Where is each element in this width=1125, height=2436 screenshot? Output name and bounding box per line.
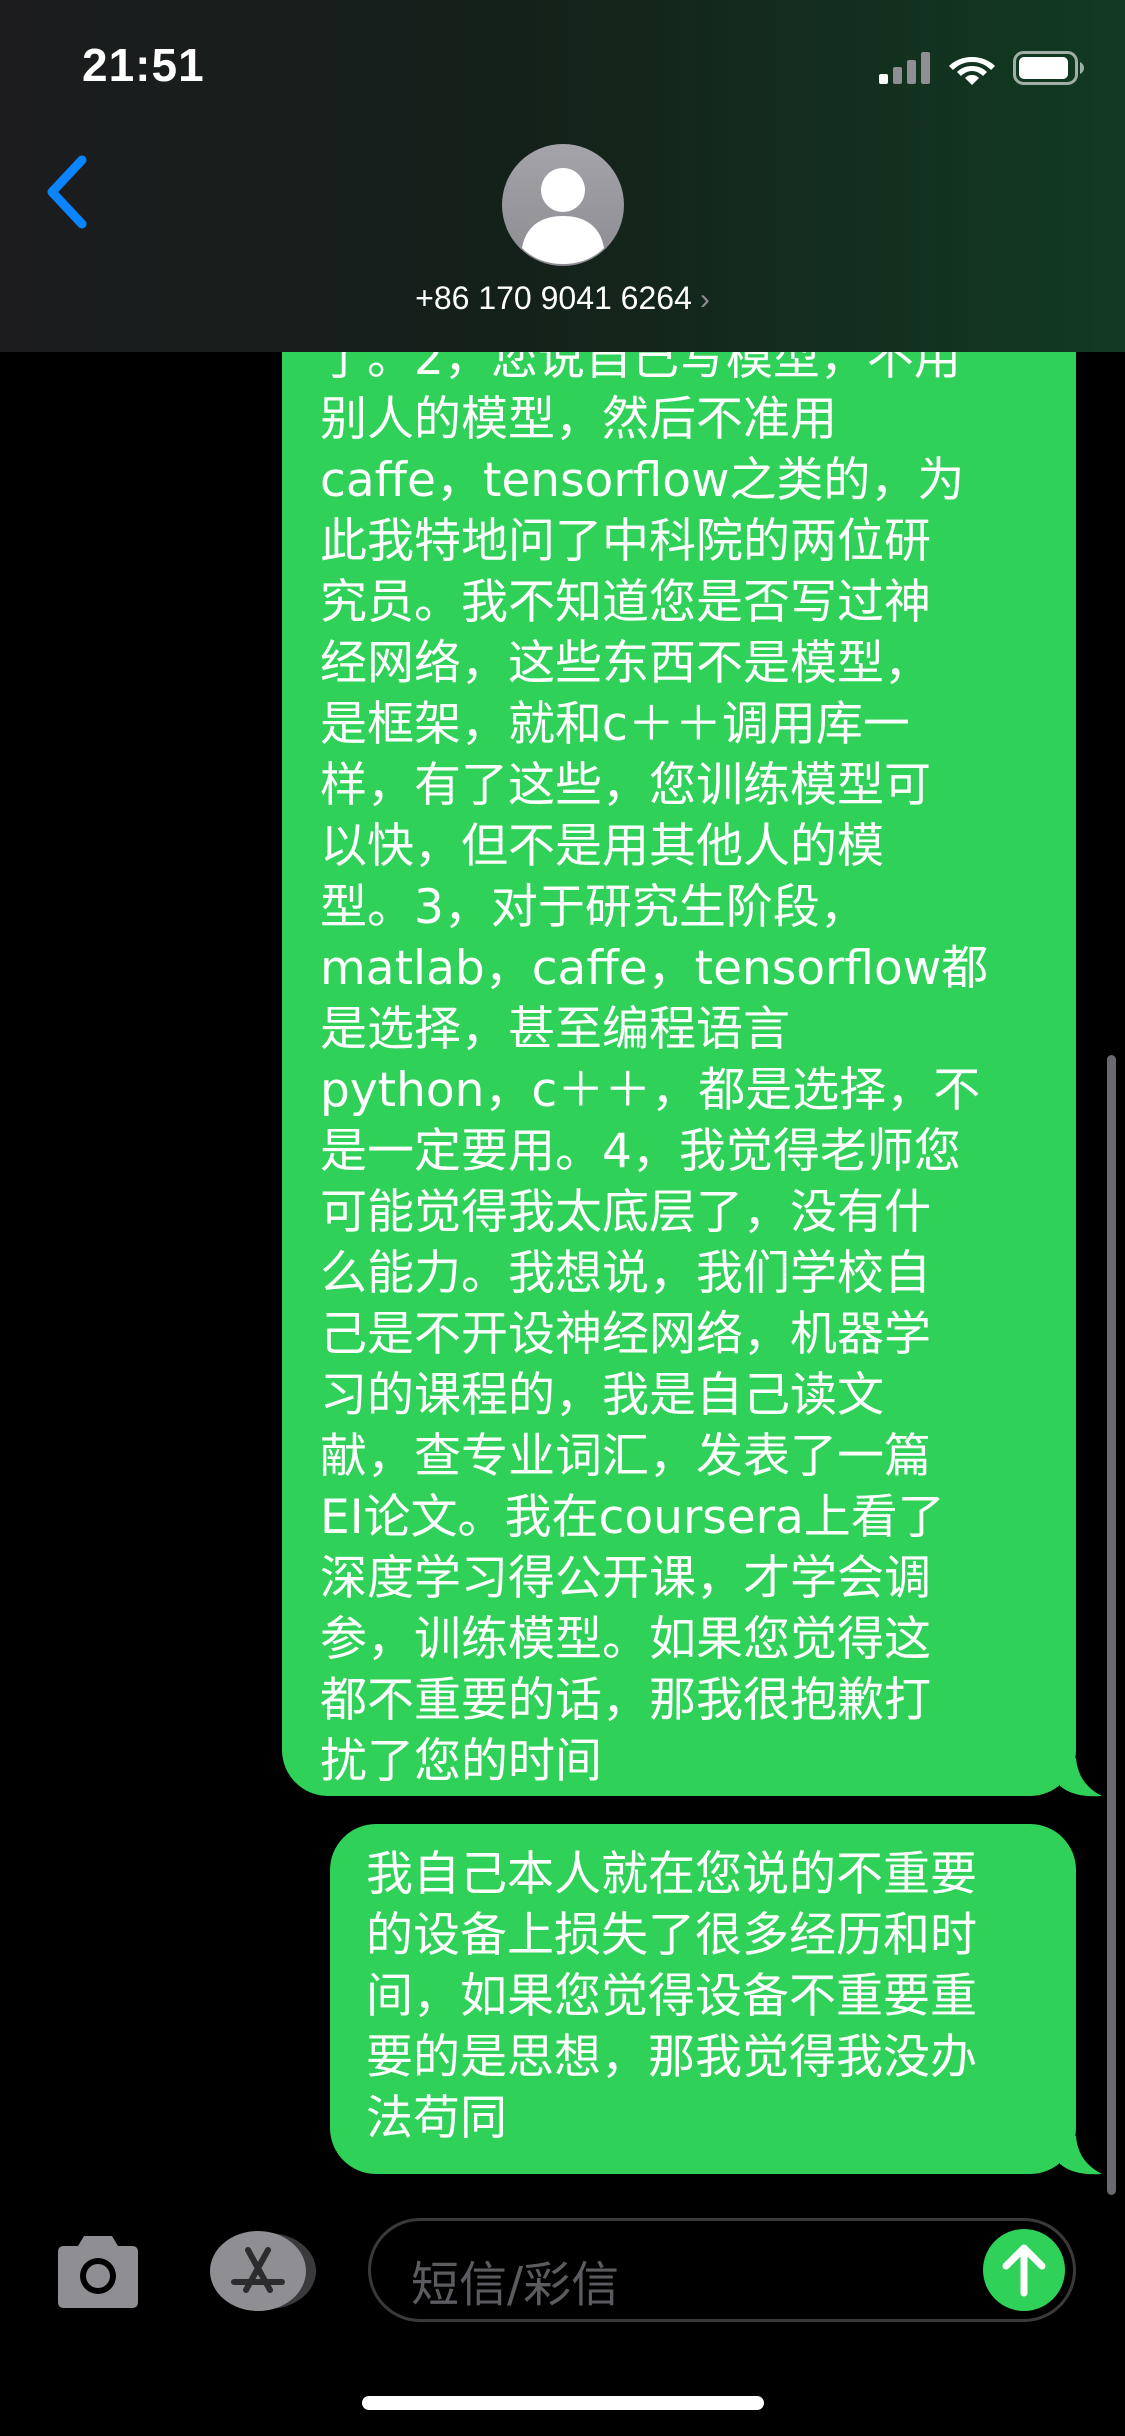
message-text-line: python，c＋＋，都是选择，不 bbox=[320, 1063, 981, 1118]
message-text-line: 可能觉得我太底层了，没有什 bbox=[320, 1185, 931, 1240]
status-icons bbox=[879, 46, 1085, 90]
message-text-line: 己是不开设神经网络，机器学 bbox=[320, 1307, 931, 1362]
message-text-line: 是选择，甚至编程语言 bbox=[320, 1002, 790, 1057]
message-input[interactable]: 短信/彩信 bbox=[368, 2218, 1076, 2322]
message-text-line: 此我特地问了中科院的两位研 bbox=[320, 514, 931, 569]
message-text-line: 献，查专业词汇，发表了一篇 bbox=[320, 1429, 931, 1484]
message-text-line: 深度学习得公开课，才学会调 bbox=[320, 1551, 931, 1606]
message-text-line: EI论文。我在coursera上看了 bbox=[320, 1490, 945, 1545]
message-text-line: 法苟同 bbox=[366, 2091, 507, 2146]
message-text-line: 都不重要的话，那我很抱歉打 bbox=[320, 1673, 931, 1728]
message-text-line: caffe，tensorflow之类的，为 bbox=[320, 453, 965, 508]
message-text-line: 型。3，对于研究生阶段， bbox=[320, 880, 867, 935]
message-text-line: 样，有了这些，您训练模型可 bbox=[320, 758, 931, 813]
message-text-line: 的设备上损失了很多经历和时 bbox=[366, 1908, 977, 1963]
app-store-icon[interactable] bbox=[208, 2228, 318, 2314]
cellular-signal-icon bbox=[879, 52, 930, 84]
wifi-icon bbox=[949, 57, 995, 85]
person-icon bbox=[522, 168, 604, 264]
message-text-line: matlab，caffe，tensorflow都 bbox=[320, 941, 989, 996]
message-text-line: 扰了您的时间 bbox=[320, 1734, 602, 1789]
contact-number-text: +86 170 9041 6264 bbox=[415, 280, 692, 316]
conversation-header: 21:51 +86 170 9041 6264 › bbox=[0, 0, 1125, 352]
contact-number[interactable]: +86 170 9041 6264 › bbox=[0, 280, 1125, 317]
message-text-line: 究员。我不知道您是否写过神 bbox=[320, 575, 931, 630]
messages-screen: 了。2，您说自己写模型，不用 别人的模型，然后不准用 caffe，tensorflo… bbox=[0, 0, 1125, 2436]
message-bubble[interactable]: 了。2，您说自己写模型，不用 别人的模型，然后不准用 caffe，tensorflo… bbox=[282, 220, 1076, 1796]
message-bubble[interactable]: 我自己本人就在您说的不重要 的设备上损失了很多经历和时 间，如果您觉得设备不重要重要… bbox=[330, 1824, 1076, 2174]
message-text-line: 么能力。我想说，我们学校自 bbox=[320, 1246, 931, 1301]
message-text-line: 要的是思想，那我觉得我没办 bbox=[366, 2030, 977, 2085]
home-indicator[interactable] bbox=[362, 2396, 764, 2410]
bubble-tail bbox=[1060, 1758, 1102, 1797]
message-text-line: 是一定要用。4，我觉得老师您 bbox=[320, 1124, 961, 1179]
message-text-line: 是框架，就和c＋＋调用库一 bbox=[320, 697, 910, 752]
battery-icon bbox=[1013, 51, 1084, 85]
status-time: 21:51 bbox=[82, 39, 205, 91]
send-button[interactable] bbox=[983, 2229, 1065, 2311]
message-input-placeholder: 短信/彩信 bbox=[411, 2257, 620, 2313]
camera-icon[interactable] bbox=[50, 2232, 146, 2312]
message-text-line: 别人的模型，然后不准用 bbox=[320, 392, 837, 447]
message-text-line: 间，如果您觉得设备不重要重 bbox=[366, 1969, 977, 2024]
message-text-line: 经网络，这些东西不是模型， bbox=[320, 636, 931, 691]
message-text-line: 以快，但不是用其他人的模 bbox=[320, 819, 884, 874]
arrow-up-icon bbox=[1002, 2244, 1046, 2297]
chevron-right-icon: › bbox=[699, 283, 710, 316]
back-chevron-icon[interactable] bbox=[38, 152, 108, 232]
message-text-line: 我自己本人就在您说的不重要 bbox=[366, 1847, 977, 1902]
scrollbar[interactable] bbox=[1107, 1055, 1116, 2195]
bubble-tail bbox=[1060, 2136, 1102, 2175]
message-text-line: 参，训练模型。如果您觉得这 bbox=[320, 1612, 931, 1667]
message-text-line: 习的课程的，我是自己读文 bbox=[320, 1368, 884, 1423]
contact-avatar[interactable] bbox=[502, 144, 624, 266]
